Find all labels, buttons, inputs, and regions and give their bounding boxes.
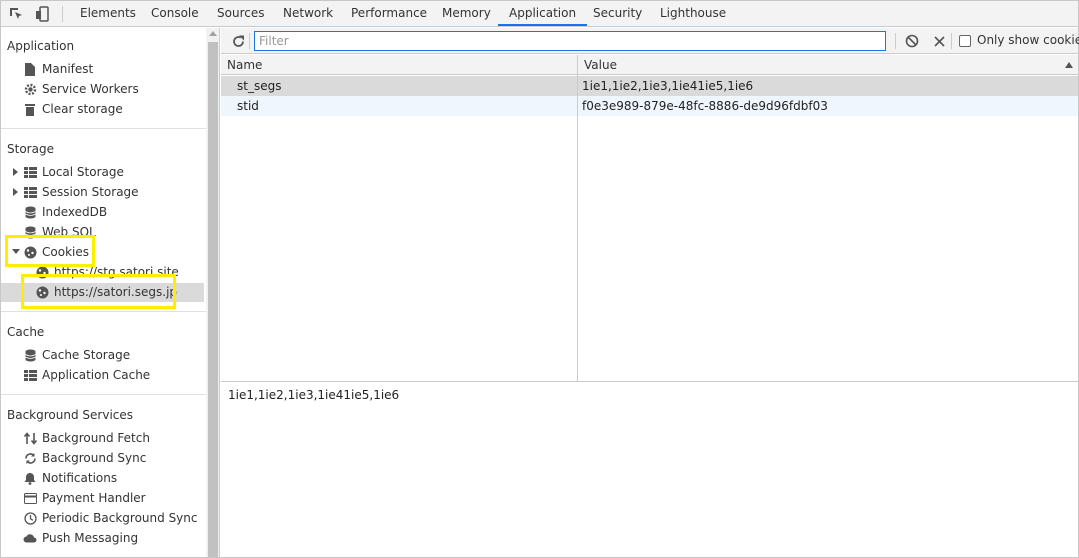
tab-elements[interactable]: Elements — [80, 1, 136, 26]
tab-lighthouse[interactable]: Lighthouse — [660, 1, 726, 26]
tab-network[interactable]: Network — [283, 1, 333, 26]
sidebar-item-label: Payment Handler — [42, 491, 146, 505]
table-row[interactable]: stid f0e3e989-879e-48fc-8886-de9d96fdbf0… — [221, 96, 1078, 116]
sidebar-item-label: Notifications — [42, 471, 118, 485]
toolbar-separator — [895, 33, 896, 49]
section-divider — [1, 394, 206, 395]
tab-performance[interactable]: Performance — [351, 1, 427, 26]
sidebar-item-label: Manifest — [42, 62, 94, 76]
sidebar-scrollbar[interactable] — [206, 28, 220, 557]
cookies-toolbar: Only show cookies — [221, 28, 1079, 54]
section-divider — [1, 128, 206, 129]
sidebar-item-label: Clear storage — [42, 102, 123, 116]
column-header-name[interactable]: Name — [221, 55, 577, 75]
document-icon — [23, 62, 37, 76]
devtools-tab-bar: Elements Console Sources Network Perform… — [1, 1, 1078, 27]
tab-console[interactable]: Console — [151, 1, 199, 26]
cookie-value: f0e3e989-879e-48fc-8886-de9d96fdbf03 — [582, 99, 828, 113]
database-icon — [23, 348, 37, 362]
grid-icon — [23, 185, 37, 199]
filter-input[interactable] — [254, 31, 886, 51]
database-icon — [23, 205, 37, 219]
device-toolbar-icon[interactable] — [33, 5, 51, 23]
sidebar-item-label: IndexedDB — [42, 205, 108, 219]
grid-icon — [23, 368, 37, 382]
cloud-icon — [23, 531, 37, 545]
card-icon — [23, 491, 37, 505]
sync-icon — [23, 451, 37, 465]
sidebar-item-indexeddb[interactable]: IndexedDB — [23, 202, 107, 222]
sidebar-item-label: Periodic Background Sync — [42, 511, 198, 525]
only-show-cookies-label: Only show cookies — [977, 33, 1079, 47]
sidebar-item-label: Background Fetch — [42, 431, 150, 445]
scrollbar-thumb[interactable] — [208, 42, 218, 557]
sidebar-item-local-storage[interactable]: Local Storage — [23, 162, 124, 182]
inspect-element-icon[interactable] — [7, 5, 25, 23]
sidebar-item-label: Local Storage — [42, 165, 124, 179]
delete-selected-icon[interactable] — [930, 32, 948, 50]
application-sidebar: Application Manifest Service Workers Cle… — [1, 28, 206, 557]
scroll-up-arrow-icon[interactable] — [209, 31, 217, 36]
cookies-panel: Only show cookies Name Value st_segs 1ie… — [221, 28, 1079, 557]
tab-security[interactable]: Security — [593, 1, 642, 26]
sidebar-item-label: Background Sync — [42, 451, 147, 465]
sidebar-item-label: Cache Storage — [42, 348, 131, 362]
sidebar-item-background-sync[interactable]: Background Sync — [23, 448, 146, 468]
cookie-value: 1ie1,1ie2,1ie3,1ie41ie5,1ie6 — [582, 79, 754, 93]
section-heading-application: Application — [7, 39, 75, 53]
sidebar-item-notifications[interactable]: Notifications — [23, 468, 117, 488]
fetch-arrows-icon — [23, 431, 37, 445]
cookie-name: st_segs — [237, 79, 282, 93]
table-row[interactable]: st_segs 1ie1,1ie2,1ie3,1ie41ie5,1ie6 — [221, 76, 1078, 96]
toolbar-separator — [62, 6, 63, 22]
clock-icon — [23, 511, 37, 525]
sidebar-item-label: Service Workers — [42, 82, 139, 96]
tab-application[interactable]: Application — [498, 1, 588, 26]
column-divider[interactable] — [577, 55, 578, 382]
sidebar-item-periodic-background-sync[interactable]: Periodic Background Sync — [23, 508, 198, 528]
cookie-value-preview: 1ie1,1ie2,1ie3,1ie41ie5,1ie6 — [228, 388, 400, 402]
sidebar-item-label: Application Cache — [42, 368, 151, 382]
trash-icon — [23, 102, 37, 116]
sidebar-item-manifest[interactable]: Manifest — [23, 59, 93, 79]
section-divider — [1, 311, 206, 312]
sidebar-item-clear-storage[interactable]: Clear storage — [23, 99, 123, 119]
highlight-box-selected-origin — [21, 274, 176, 309]
toolbar-separator — [951, 33, 952, 49]
sidebar-item-service-workers[interactable]: Service Workers — [23, 79, 139, 99]
section-heading-storage: Storage — [7, 142, 54, 156]
only-show-cookies-checkbox[interactable] — [959, 35, 971, 47]
gear-icon — [23, 82, 37, 96]
clear-all-icon[interactable] — [903, 32, 921, 50]
expand-triangle-icon[interactable] — [13, 168, 18, 176]
refresh-icon[interactable] — [229, 32, 247, 50]
expand-triangle-icon[interactable] — [13, 188, 18, 196]
sidebar-item-application-cache[interactable]: Application Cache — [23, 365, 150, 385]
sidebar-item-session-storage[interactable]: Session Storage — [23, 182, 139, 202]
grid-icon — [23, 165, 37, 179]
tab-sources[interactable]: Sources — [217, 1, 264, 26]
tab-memory[interactable]: Memory — [442, 1, 491, 26]
sidebar-item-push-messaging[interactable]: Push Messaging — [23, 528, 138, 548]
column-header-value[interactable]: Value — [578, 55, 1078, 75]
cookie-name: stid — [237, 99, 259, 113]
sidebar-item-background-fetch[interactable]: Background Fetch — [23, 428, 150, 448]
sort-ascending-icon[interactable] — [1065, 62, 1073, 68]
sidebar-item-cache-storage[interactable]: Cache Storage — [23, 345, 130, 365]
section-heading-cache: Cache — [7, 325, 45, 339]
section-heading-background-services: Background Services — [7, 408, 134, 422]
highlight-box-cookies — [5, 235, 95, 267]
sidebar-item-label: Push Messaging — [42, 531, 139, 545]
bell-icon — [23, 471, 37, 485]
sidebar-item-payment-handler[interactable]: Payment Handler — [23, 488, 146, 508]
sidebar-item-label: Session Storage — [42, 185, 139, 199]
toolbar-separator — [249, 33, 250, 49]
cookies-table: Name Value st_segs 1ie1,1ie2,1ie3,1ie41i… — [221, 55, 1078, 382]
